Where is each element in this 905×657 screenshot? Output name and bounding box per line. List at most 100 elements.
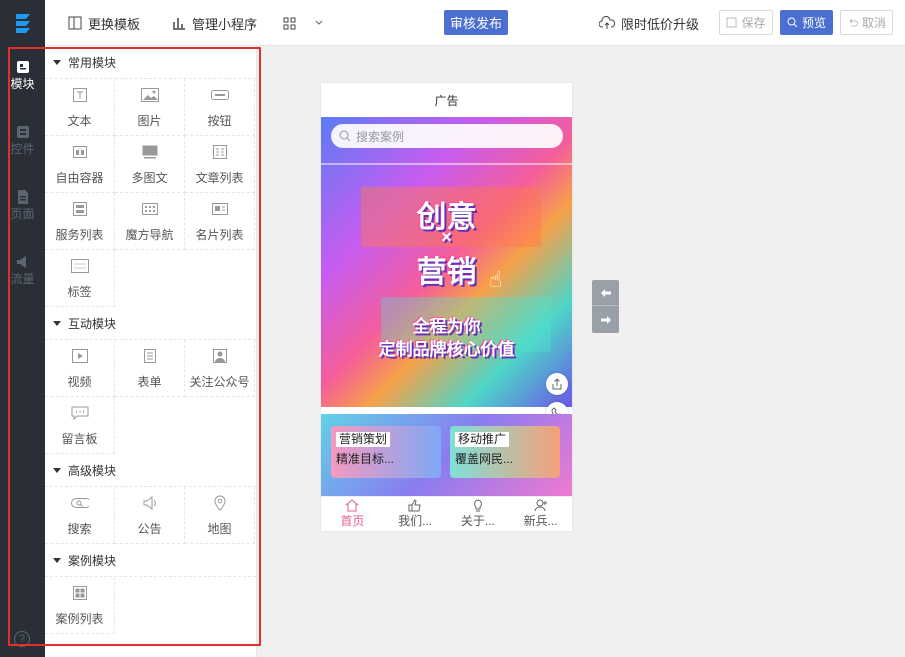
form-icon <box>141 347 159 365</box>
phone-search-input[interactable]: 搜索案例 <box>331 124 563 148</box>
module-label: 图片 <box>137 113 162 128</box>
module-label: 留言板 <box>61 431 98 446</box>
module-icon <box>16 60 29 73</box>
save-label: 保存 <box>741 16 766 30</box>
module-notice[interactable]: 公告 <box>115 487 185 544</box>
share-button[interactable] <box>546 373 568 395</box>
module-message[interactable]: 留言板 <box>45 397 115 454</box>
rail-item-widget[interactable]: 控件 <box>0 115 45 165</box>
card-title: 营销策划 <box>336 432 391 447</box>
user-add-icon <box>534 499 547 512</box>
module-service-list[interactable]: 服务列表 <box>45 193 115 250</box>
module-multi-image[interactable]: 多图文 <box>115 136 185 193</box>
module-label: 多图文 <box>131 170 168 185</box>
notice-icon <box>141 494 159 512</box>
tab-about[interactable]: 关于... <box>447 497 510 531</box>
grid-icon <box>283 17 296 29</box>
module-label: 表单 <box>137 374 162 389</box>
share-icon <box>552 378 562 390</box>
module-article-list[interactable]: 文章列表 <box>185 136 255 193</box>
redo-icon <box>600 316 611 324</box>
card-desc: 覆盖网民... <box>455 452 514 466</box>
module-label: 文章列表 <box>195 170 244 185</box>
video-icon <box>71 347 89 365</box>
module-search[interactable]: 搜索 <box>45 487 115 544</box>
module-follow[interactable]: 关注公众号 <box>185 340 255 397</box>
change-template-button[interactable]: 更换模板 <box>68 0 140 46</box>
caret-down-icon <box>53 467 61 473</box>
module-label: 标签 <box>67 284 92 299</box>
redo-button[interactable] <box>592 307 619 333</box>
section-advanced: 高级模块 搜索 公告 地图 <box>45 454 256 544</box>
module-grid: 视频 表单 关注公众号 留言板 <box>45 339 256 454</box>
module-label: 关注公众号 <box>189 374 250 389</box>
phone-tab-bar: 首页 我们... 关于... 新兵... <box>321 496 572 531</box>
save-button[interactable]: 保存 <box>719 10 773 35</box>
rail-item-page[interactable]: 页面 <box>0 180 45 230</box>
publish-button[interactable]: 审核发布 <box>444 10 508 35</box>
section-case: 案例模块 案例列表 <box>45 544 256 634</box>
preview-button[interactable]: 预览 <box>780 10 833 35</box>
module-grid: 文本 图片 按钮 自由容器 多图文 文章列表 服务列表 魔方导航 名片列表 标签 <box>45 78 256 307</box>
upgrade-button[interactable]: 限时低价升级 <box>599 0 699 46</box>
service-card[interactable]: 营销策划 精准目标... <box>331 426 441 478</box>
apps-menu-button[interactable] <box>283 0 330 46</box>
module-case-list[interactable]: 案例列表 <box>45 577 115 634</box>
image-icon <box>140 86 159 104</box>
card-list-icon <box>211 200 229 218</box>
message-icon <box>71 404 89 422</box>
caret-down-icon <box>53 59 61 65</box>
service-card[interactable]: 移动推广 覆盖网民... <box>450 426 560 478</box>
widget-icon <box>16 125 29 138</box>
follow-icon <box>211 347 229 365</box>
section-title[interactable]: 案例模块 <box>45 544 256 576</box>
manage-mini-label: 管理小程序 <box>192 16 258 32</box>
tab-recruit[interactable]: 新兵... <box>509 497 572 531</box>
help-icon[interactable]: ? <box>14 631 30 647</box>
module-container[interactable]: 自由容器 <box>45 136 115 193</box>
section-title[interactable]: 互动模块 <box>45 307 256 339</box>
preview-label: 预览 <box>801 16 826 30</box>
module-tag[interactable]: 标签 <box>45 250 115 307</box>
module-text[interactable]: 文本 <box>45 79 115 136</box>
section-title[interactable]: 高级模块 <box>45 454 256 486</box>
banner-subtitle-1: 全程为你 <box>412 317 481 336</box>
undo-icon <box>849 18 858 27</box>
page-icon <box>17 189 28 204</box>
tab-label: 首页 <box>340 514 365 528</box>
phone-preview: 广告 搜索案例 创意 × 营销 全程为你 定制品牌核心价值 ☝ 营销策划 精准目… <box>321 83 572 531</box>
rail-item-traffic[interactable]: 流量 <box>0 245 45 295</box>
module-map[interactable]: 地图 <box>185 487 255 544</box>
app-logo[interactable] <box>0 0 45 46</box>
module-label: 地图 <box>207 521 232 536</box>
module-form[interactable]: 表单 <box>115 340 185 397</box>
banner-times: × <box>441 227 452 247</box>
banner-stripe <box>321 163 572 165</box>
module-button[interactable]: 按钮 <box>185 79 255 136</box>
container-icon <box>71 143 89 161</box>
manage-mini-program-button[interactable]: 管理小程序 <box>172 0 257 46</box>
search-icon <box>70 494 89 512</box>
section-title-text: 案例模块 <box>68 553 117 568</box>
rail-item-module[interactable]: 模块 <box>0 50 45 100</box>
cancel-button[interactable]: 取消 <box>840 10 893 35</box>
upgrade-label: 限时低价升级 <box>621 16 700 32</box>
module-card-list[interactable]: 名片列表 <box>185 193 255 250</box>
module-image[interactable]: 图片 <box>115 79 185 136</box>
undo-button[interactable] <box>592 280 619 306</box>
left-rail: 模块 控件 页面 流量 ? <box>0 46 45 657</box>
module-video[interactable]: 视频 <box>45 340 115 397</box>
section-common: 常用模块 文本 图片 按钮 自由容器 多图文 文章列表 服务列表 魔方导航 名片… <box>45 46 256 307</box>
cancel-label: 取消 <box>861 16 886 30</box>
tab-home[interactable]: 首页 <box>321 497 384 531</box>
rail-label: 控件 <box>10 141 35 156</box>
multi-image-icon <box>141 143 159 161</box>
undo-icon <box>600 288 611 297</box>
change-template-label: 更换模板 <box>88 16 141 32</box>
tab-about-us[interactable]: 我们... <box>384 497 447 531</box>
module-panel: 常用模块 文本 图片 按钮 自由容器 多图文 文章列表 服务列表 魔方导航 名片… <box>45 46 257 657</box>
ad-banner[interactable]: 搜索案例 创意 × 营销 全程为你 定制品牌核心价值 ☝ <box>321 117 572 407</box>
module-label: 视频 <box>67 374 92 389</box>
section-title[interactable]: 常用模块 <box>45 46 256 78</box>
module-cube-nav[interactable]: 魔方导航 <box>115 193 185 250</box>
